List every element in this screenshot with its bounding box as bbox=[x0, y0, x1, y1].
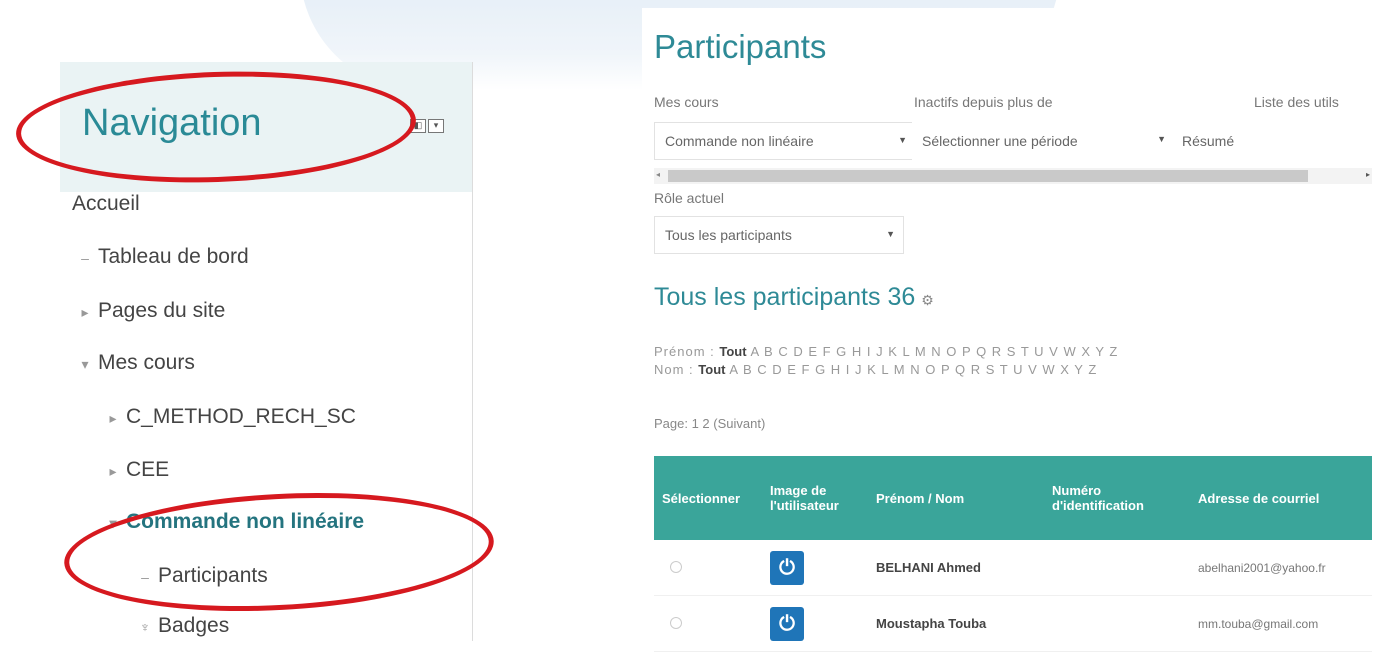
firstname-letter-links[interactable]: A B C D E F G H I J K L M N O P Q R S T … bbox=[750, 344, 1118, 359]
nav-item-badges[interactable]: ♆ Badges bbox=[132, 614, 229, 638]
role-select-value: Tous les participants bbox=[665, 227, 792, 243]
lastname-all-link[interactable]: Tout bbox=[698, 362, 725, 377]
column-header-select[interactable]: Sélectionner bbox=[654, 456, 762, 540]
scroll-left-icon[interactable]: ◂ bbox=[656, 170, 660, 179]
row-picture-cell: ⏻ bbox=[762, 595, 868, 652]
row-name[interactable]: Moustapha Touba bbox=[868, 595, 1044, 652]
row-email: mm.touba@gmail.com bbox=[1190, 595, 1372, 652]
period-select[interactable]: Sélectionner une période ▼ bbox=[912, 122, 1174, 160]
nav-item-label: Participants bbox=[158, 564, 268, 587]
list-view-select[interactable]: Résumé bbox=[1172, 122, 1292, 160]
column-header-email[interactable]: Adresse de courriel bbox=[1190, 456, 1372, 540]
row-checkbox[interactable] bbox=[670, 616, 682, 629]
nav-item-participants[interactable]: – Participants bbox=[132, 564, 268, 588]
list-view-value: Résumé bbox=[1182, 133, 1235, 149]
caret-right-icon: ▸ bbox=[109, 410, 117, 426]
dock-icon[interactable]: ◧ bbox=[410, 119, 426, 133]
nav-item-pages-du-site[interactable]: ▸ Pages du site bbox=[72, 299, 225, 323]
inactifs-label: Inactifs depuis plus de bbox=[914, 94, 1053, 110]
mes-cours-label: Mes cours bbox=[654, 94, 719, 110]
bullet-icon: – bbox=[81, 250, 89, 266]
nav-item-label: Pages du site bbox=[98, 299, 226, 322]
navigation-title: Navigation bbox=[82, 102, 262, 144]
nav-item-commande-non-lineaire[interactable]: ▾ Commande non linéaire bbox=[100, 510, 364, 534]
avatar[interactable]: ⏻ bbox=[770, 606, 804, 641]
table-header-row: Sélectionner Image de l'utilisateur Prén… bbox=[654, 456, 1372, 540]
role-select[interactable]: Tous les participants ▼ bbox=[654, 216, 904, 254]
nav-item-tableau-de-bord[interactable]: – Tableau de bord bbox=[72, 245, 249, 269]
scrollbar-thumb[interactable] bbox=[668, 170, 1308, 182]
row-select-cell bbox=[654, 540, 762, 596]
course-select-value: Commande non linéaire bbox=[665, 133, 814, 149]
liste-label: Liste des utils bbox=[1254, 94, 1339, 110]
nav-item-label: Badges bbox=[158, 614, 230, 637]
participants-heading-text: Tous les participants 36 bbox=[654, 283, 916, 311]
row-email: abelhani2001@yahoo.fr bbox=[1190, 540, 1372, 596]
table-row: ⏻ Moustapha Touba mm.touba@gmail.com bbox=[654, 595, 1372, 652]
firstname-all-link[interactable]: Tout bbox=[719, 344, 746, 359]
role-label: Rôle actuel bbox=[654, 190, 725, 206]
column-header-id[interactable]: Numéro d'identification bbox=[1044, 456, 1190, 540]
nav-item-label: Commande non linéaire bbox=[126, 510, 365, 533]
row-checkbox[interactable] bbox=[670, 560, 682, 573]
nav-item-label: CEE bbox=[126, 458, 170, 481]
page-title: Participants bbox=[654, 28, 827, 65]
caret-right-icon: ▸ bbox=[109, 463, 117, 479]
course-select[interactable]: Commande non linéaire ▼ bbox=[654, 122, 916, 160]
nav-item-label: Tableau de bord bbox=[98, 245, 249, 268]
avatar[interactable]: ⏻ bbox=[770, 550, 804, 585]
pagination[interactable]: Page: 1 2 (Suivant) bbox=[654, 416, 765, 431]
chevron-down-icon: ▼ bbox=[898, 135, 907, 145]
chevron-down-icon: ▼ bbox=[1157, 134, 1166, 144]
nav-item-c-method-rech-sc[interactable]: ▸ C_METHOD_RECH_SC bbox=[100, 405, 356, 429]
caret-right-icon: ▸ bbox=[81, 304, 89, 320]
chevron-down-icon: ▼ bbox=[886, 229, 895, 239]
row-name[interactable]: BELHANI Ahmed bbox=[868, 540, 1044, 596]
participants-table: Sélectionner Image de l'utilisateur Prén… bbox=[654, 456, 1372, 652]
participants-heading: Tous les participants 36 ⚙ bbox=[654, 283, 934, 312]
block-controls[interactable]: ◧ ▾ bbox=[410, 119, 444, 133]
nav-item-label: Accueil bbox=[72, 192, 140, 215]
period-select-value: Sélectionner une période bbox=[922, 133, 1078, 149]
lastname-letter-links[interactable]: A B C D E F G H I J K L M N O P Q R S T … bbox=[729, 362, 1097, 377]
row-id bbox=[1044, 540, 1190, 596]
navigation-header: Navigation ◧ ▾ bbox=[60, 62, 472, 192]
firstname-filter: Prénom : Tout A B C D E F G H I J K L M … bbox=[654, 344, 1118, 359]
nav-item-label: C_METHOD_RECH_SC bbox=[126, 405, 356, 428]
lastname-filter: Nom : Tout A B C D E F G H I J K L M N O… bbox=[654, 362, 1097, 377]
horizontal-scrollbar[interactable]: ◂ ▸ bbox=[654, 168, 1372, 184]
row-select-cell bbox=[654, 595, 762, 652]
lastname-filter-label: Nom : bbox=[654, 362, 694, 377]
row-picture-cell: ⏻ bbox=[762, 540, 868, 596]
firstname-filter-label: Prénom : bbox=[654, 344, 715, 359]
participants-panel: Participants Mes cours Inactifs depuis p… bbox=[642, 8, 1387, 652]
caret-down-icon: ▾ bbox=[81, 356, 89, 372]
nav-item-accueil[interactable]: Accueil bbox=[72, 192, 140, 216]
column-header-picture[interactable]: Image de l'utilisateur bbox=[762, 456, 868, 540]
nav-item-label: Mes cours bbox=[98, 351, 195, 374]
collapse-icon[interactable]: ▾ bbox=[428, 119, 444, 133]
row-id bbox=[1044, 595, 1190, 652]
table-row: ⏻ BELHANI Ahmed abelhani2001@yahoo.fr bbox=[654, 540, 1372, 596]
nav-item-mes-cours[interactable]: ▾ Mes cours bbox=[72, 351, 195, 375]
navigation-block: Navigation ◧ ▾ Accueil – Tableau de bord … bbox=[60, 62, 473, 641]
scroll-right-icon[interactable]: ▸ bbox=[1366, 170, 1370, 179]
caret-down-icon: ▾ bbox=[109, 515, 117, 531]
badge-icon: ♆ bbox=[139, 619, 151, 635]
nav-item-cee[interactable]: ▸ CEE bbox=[100, 458, 169, 482]
gear-icon[interactable]: ⚙ bbox=[921, 292, 934, 308]
bullet-icon: – bbox=[141, 569, 149, 585]
column-header-name[interactable]: Prénom / Nom bbox=[868, 456, 1044, 540]
